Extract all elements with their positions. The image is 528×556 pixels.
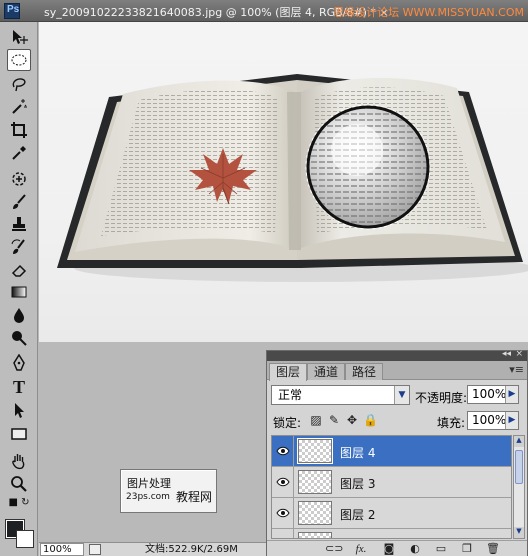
fill-field[interactable]: 100% ▶ xyxy=(467,411,519,430)
layer-name: 图层 3 xyxy=(340,477,376,491)
background-color-swatch[interactable] xyxy=(16,530,34,548)
layer-row[interactable] xyxy=(272,529,511,538)
lock-label: 锁定: xyxy=(273,416,302,430)
eraser-tool-icon[interactable] xyxy=(7,259,31,281)
swap-colors-icon[interactable]: ■ ↻ xyxy=(7,494,31,510)
lock-position-icon[interactable]: ✥ xyxy=(345,413,359,427)
link-layers-icon[interactable]: ⊂⊃ xyxy=(325,542,343,556)
zoom-tool-icon[interactable] xyxy=(7,473,31,495)
fill-value: 100% xyxy=(472,413,507,427)
rectangle-tool-icon[interactable] xyxy=(7,423,31,445)
panel-header: ◂◂ × xyxy=(267,349,527,361)
document-size: 文档:522.9K/2.69M xyxy=(145,544,238,555)
tools-panel: T ■ ↻ xyxy=(0,22,38,556)
opacity-field[interactable]: 100% ▶ xyxy=(467,385,519,404)
layer-row[interactable]: 图层 3 xyxy=(272,467,511,498)
new-group-icon[interactable]: ▭ xyxy=(433,542,449,556)
panel-menu-icon[interactable]: ▾≡ xyxy=(509,363,524,376)
layers-list: 图层 4 图层 3 图层 2 xyxy=(271,435,512,539)
close-icon[interactable]: × xyxy=(515,349,523,359)
brush-tool-icon[interactable] xyxy=(7,191,31,213)
add-mask-icon[interactable]: ◙ xyxy=(381,542,397,556)
document-canvas[interactable] xyxy=(39,22,528,342)
layers-panel: ◂◂ × 图层 通道 路径 ▾≡ 正常 ▼ 不透明度: 100% ▶ 锁定: ▨… xyxy=(266,349,528,556)
eye-icon[interactable] xyxy=(272,436,294,466)
clone-stamp-tool-icon[interactable] xyxy=(7,213,31,235)
chevron-right-icon[interactable]: ▶ xyxy=(505,386,518,403)
tab-channels[interactable]: 通道 xyxy=(307,363,346,380)
eye-icon[interactable] xyxy=(272,529,294,538)
layer-thumbnail xyxy=(298,501,332,525)
blur-tool-icon[interactable] xyxy=(7,304,31,326)
pen-tool-icon[interactable] xyxy=(7,352,31,374)
eye-icon[interactable] xyxy=(272,498,294,528)
layer-row[interactable]: 图层 2 xyxy=(272,498,511,529)
lock-transparent-icon[interactable]: ▨ xyxy=(309,413,323,427)
status-nav-icon[interactable] xyxy=(89,544,101,555)
fill-label: 填充: xyxy=(437,416,466,430)
chevron-right-icon[interactable]: ▶ xyxy=(505,412,518,429)
tab-layers[interactable]: 图层 xyxy=(269,363,308,381)
scroll-up-icon[interactable]: ▲ xyxy=(514,436,524,447)
dodge-tool-icon[interactable] xyxy=(7,327,31,349)
layer-thumbnail xyxy=(298,470,332,494)
layers-scrollbar[interactable]: ▲ ▼ xyxy=(513,435,525,539)
lasso-tool-icon[interactable] xyxy=(7,73,31,95)
collapse-icon[interactable]: ◂◂ xyxy=(502,349,511,359)
gradient-tool-icon[interactable] xyxy=(7,281,31,303)
zoom-level-field[interactable]: 100% xyxy=(40,543,84,556)
blend-mode-value: 正常 xyxy=(278,388,303,402)
layer-thumbnail xyxy=(298,532,332,538)
layer-row[interactable]: 图层 4 xyxy=(272,436,511,467)
crop-tool-icon[interactable] xyxy=(7,119,31,141)
delete-layer-icon[interactable]: 🗑 xyxy=(485,542,501,556)
lock-image-icon[interactable]: ✎ xyxy=(327,413,341,427)
layer-name: 图层 4 xyxy=(340,446,376,460)
adjustment-layer-icon[interactable]: ◐ xyxy=(407,542,423,556)
new-layer-icon[interactable]: ❐ xyxy=(459,542,475,556)
path-selection-tool-icon[interactable] xyxy=(7,399,31,421)
opacity-value: 100% xyxy=(472,387,507,401)
eye-icon[interactable] xyxy=(272,467,294,497)
book-image xyxy=(57,74,528,282)
magic-wand-tool-icon[interactable] xyxy=(7,96,31,118)
lock-all-icon[interactable]: 🔒 xyxy=(363,413,378,427)
healing-brush-tool-icon[interactable] xyxy=(7,168,31,190)
elliptical-marquee-tool-icon[interactable] xyxy=(7,49,31,71)
layer-name: 图层 2 xyxy=(340,508,376,522)
color-swatches[interactable] xyxy=(4,516,36,552)
opacity-label: 不透明度: xyxy=(415,391,468,405)
scroll-down-icon[interactable]: ▼ xyxy=(514,527,524,538)
layer-style-icon[interactable]: fx. xyxy=(353,542,369,556)
title-bar: Ps sy_20091022233821640083.jpg @ 100% (图… xyxy=(0,0,528,22)
watermark-text: 思缘设计论坛 WWW.MISSYUAN.COM xyxy=(333,6,524,19)
site-logo: 图片处理 23ps.com 教程网 xyxy=(120,469,217,513)
panel-tabs: 图层 通道 路径 ▾≡ xyxy=(267,361,527,381)
tab-paths[interactable]: 路径 xyxy=(345,363,384,380)
photoshop-icon: Ps xyxy=(4,3,20,19)
scrollbar-thumb[interactable] xyxy=(515,450,523,484)
chevron-down-icon: ▼ xyxy=(394,386,409,404)
history-brush-tool-icon[interactable] xyxy=(7,236,31,258)
hand-tool-icon[interactable] xyxy=(7,450,31,472)
magnifier-circle xyxy=(305,104,431,230)
type-tool-icon[interactable]: T xyxy=(7,376,31,398)
eyedropper-tool-icon[interactable] xyxy=(7,142,31,164)
blend-mode-select[interactable]: 正常 ▼ xyxy=(271,385,410,405)
move-tool-icon[interactable] xyxy=(7,26,31,48)
layer-thumbnail xyxy=(297,438,333,464)
panel-footer: ⊂⊃ fx. ◙ ◐ ▭ ❐ 🗑 xyxy=(267,540,527,556)
